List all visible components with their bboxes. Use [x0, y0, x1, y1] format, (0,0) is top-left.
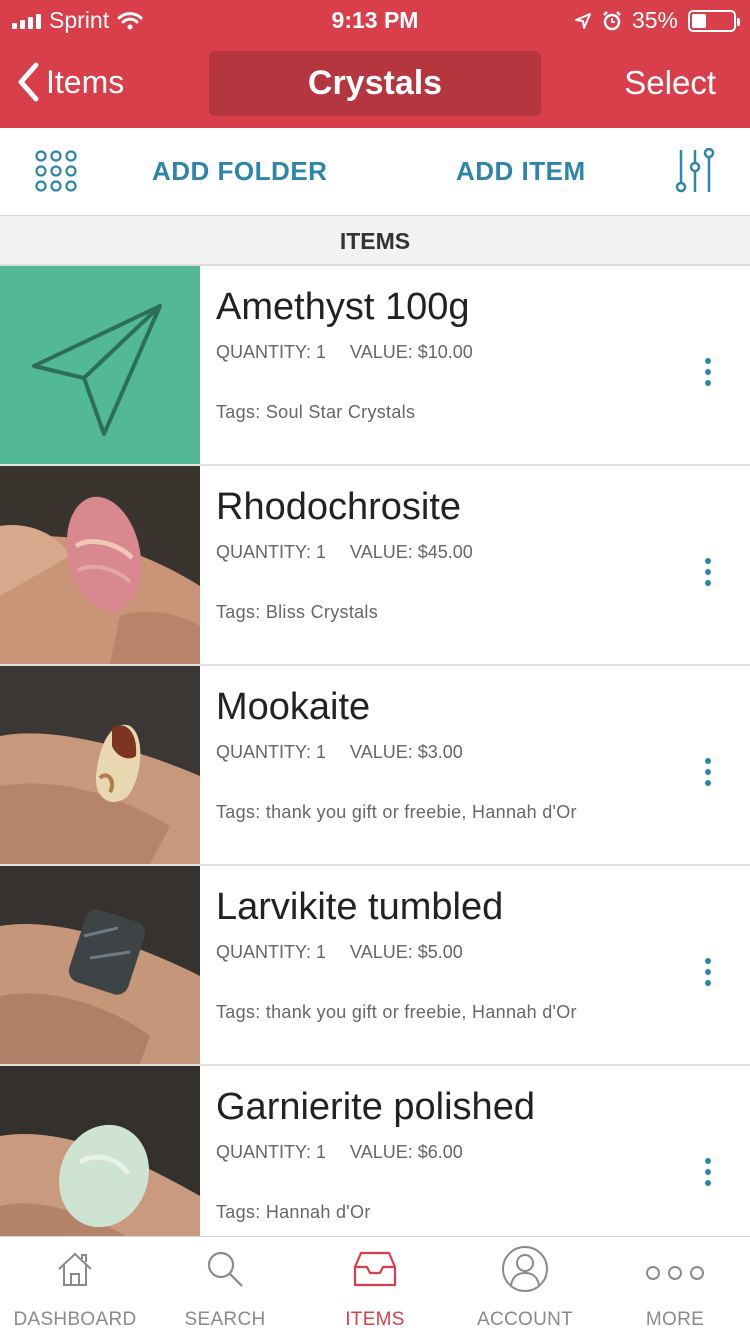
item-tags: Tags: Soul Star Crystals: [216, 402, 416, 422]
search-icon: [207, 1251, 243, 1287]
tab-label: ACCOUNT: [476, 1309, 574, 1330]
item-value: VALUE: $45.00: [350, 542, 473, 562]
item-row[interactable]: Mookaite QUANTITY: 1 VALUE: $3.00 Tags: t…: [0, 666, 750, 866]
item-row[interactable]: Amethyst 100g QUANTITY: 1 VALUE: $10.00 T…: [0, 266, 750, 466]
item-meta: QUANTITY: 1 VALUE: $6.00: [216, 1142, 463, 1163]
tab-label: MORE: [645, 1309, 705, 1330]
tab-bar: DASHBOARD SEARCH ITEMS ACCOUNT MORE: [0, 1236, 750, 1334]
item-row[interactable]: Garnierite polished QUANTITY: 1 VALUE: $6…: [0, 1066, 750, 1236]
item-tags: Tags: Hannah d'Or: [216, 1202, 371, 1222]
location-arrow-icon: [574, 12, 591, 29]
item-name: Mookaite: [216, 686, 371, 728]
item-name: Larvikite tumbled: [216, 886, 504, 928]
add-folder-button[interactable]: ADD FOLDER: [152, 156, 327, 187]
select-button[interactable]: Select: [624, 64, 716, 102]
crystal-photo: [0, 866, 200, 1064]
item-meta: QUANTITY: 1 VALUE: $3.00: [216, 742, 463, 763]
crystal-photo: [0, 666, 200, 864]
ellipsis-icon: [646, 1266, 704, 1280]
item-name: Garnierite polished: [216, 1086, 535, 1128]
tab-dashboard[interactable]: DASHBOARD: [0, 1237, 150, 1334]
item-quantity: QUANTITY: 1: [216, 742, 327, 762]
more-options-icon[interactable]: [698, 1158, 718, 1192]
item-tags: Tags: thank you gift or freebie, Hannah …: [216, 1002, 577, 1022]
section-header: ITEMS: [0, 216, 750, 266]
app-header: Sprint 9:13 PM 35% Items Crystals Select: [0, 0, 750, 128]
status-bar: Sprint 9:13 PM 35%: [0, 0, 750, 40]
more-options-icon[interactable]: [698, 958, 718, 992]
item-value: VALUE: $6.00: [350, 1142, 463, 1162]
item-list: Amethyst 100g QUANTITY: 1 VALUE: $10.00 T…: [0, 266, 750, 1236]
nav-bar: Items Crystals Select: [0, 40, 750, 128]
inbox-tray-icon: [353, 1251, 397, 1287]
item-thumbnail: [0, 866, 200, 1064]
item-meta: QUANTITY: 1 VALUE: $5.00: [216, 942, 463, 963]
crystal-photo: [0, 466, 200, 664]
item-quantity: QUANTITY: 1: [216, 542, 327, 562]
sliders-icon: [675, 147, 715, 193]
item-row[interactable]: Larvikite tumbled QUANTITY: 1 VALUE: $5.0…: [0, 866, 750, 1066]
item-meta: QUANTITY: 1 VALUE: $45.00: [216, 542, 473, 563]
item-row[interactable]: Rhodochrosite QUANTITY: 1 VALUE: $45.00 T…: [0, 466, 750, 666]
crystal-photo: [0, 1066, 200, 1236]
alarm-icon: [603, 10, 621, 30]
more-options-icon[interactable]: [698, 558, 718, 592]
add-item-button[interactable]: ADD ITEM: [456, 156, 586, 187]
more-options-icon[interactable]: [698, 758, 718, 792]
item-meta: QUANTITY: 1 VALUE: $10.00: [216, 342, 473, 363]
back-label: Items: [46, 63, 125, 100]
filter-button[interactable]: [674, 147, 716, 199]
more-options-icon[interactable]: [698, 358, 718, 392]
item-name: Amethyst 100g: [216, 286, 470, 328]
toolbar: ADD FOLDER ADD ITEM: [0, 128, 750, 216]
item-thumbnail: [0, 666, 200, 864]
battery-icon: [688, 9, 740, 32]
tab-label: ITEMS: [345, 1309, 405, 1330]
item-value: VALUE: $5.00: [350, 942, 463, 962]
tab-label: SEARCH: [184, 1309, 266, 1330]
chevron-left-icon: [18, 62, 39, 102]
paper-plane-icon: [32, 304, 162, 436]
tab-label: DASHBOARD: [13, 1309, 137, 1330]
item-value: VALUE: $3.00: [350, 742, 463, 762]
grid-dots-icon: [35, 150, 77, 192]
battery-percent: 35%: [631, 7, 678, 33]
item-tags: Tags: Bliss Crystals: [216, 602, 379, 622]
user-circle-icon: [502, 1246, 548, 1292]
tab-more[interactable]: MORE: [600, 1237, 750, 1334]
item-thumbnail: [0, 466, 200, 664]
item-quantity: QUANTITY: 1: [216, 342, 327, 362]
item-thumbnail: [0, 1066, 200, 1236]
tab-search[interactable]: SEARCH: [150, 1237, 300, 1334]
item-name: Rhodochrosite: [216, 486, 462, 528]
folder-title[interactable]: Crystals: [209, 51, 541, 116]
item-quantity: QUANTITY: 1: [216, 942, 327, 962]
item-quantity: QUANTITY: 1: [216, 1142, 327, 1162]
item-tags: Tags: thank you gift or freebie, Hannah …: [216, 802, 577, 822]
grid-view-button[interactable]: [34, 150, 78, 197]
item-value: VALUE: $10.00: [350, 342, 473, 362]
status-right: 35%: [574, 7, 740, 34]
item-thumbnail: [0, 266, 200, 464]
house-icon: [58, 1252, 92, 1286]
tab-items[interactable]: ITEMS: [300, 1237, 450, 1334]
tab-account[interactable]: ACCOUNT: [450, 1237, 600, 1334]
back-button[interactable]: Items: [16, 62, 124, 102]
